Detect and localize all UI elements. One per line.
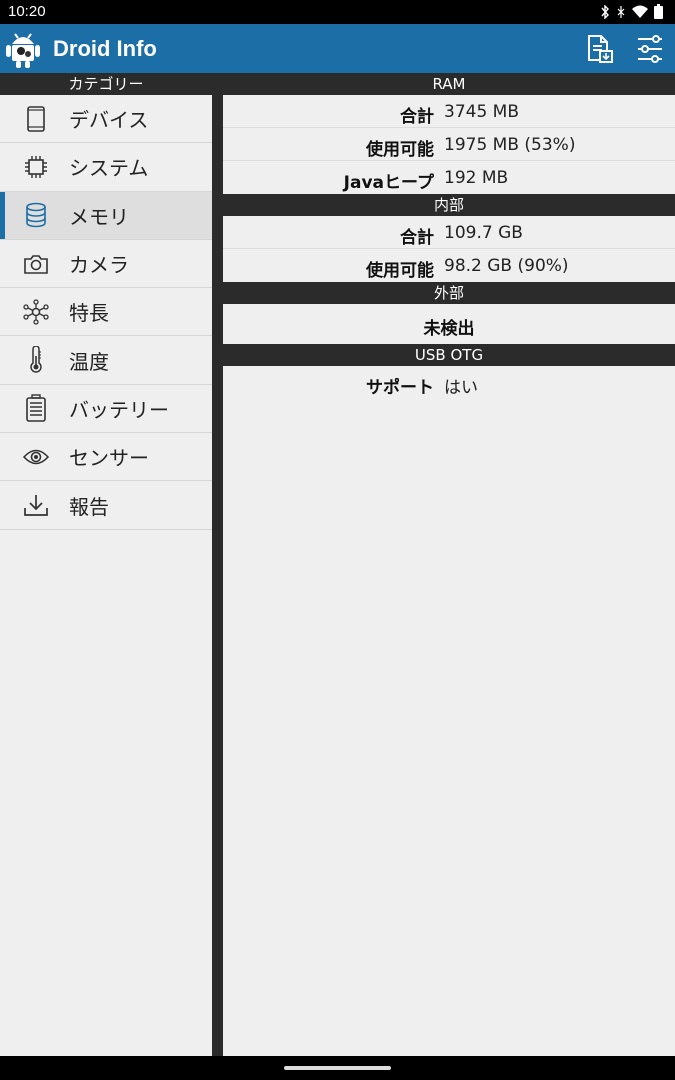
sidebar-item-temperature[interactable]: 温度 xyxy=(0,336,212,385)
sidebar-item-memory[interactable]: メモリ xyxy=(0,191,212,240)
info-value: 109.7 GB xyxy=(444,223,523,243)
sidebar-item-label: デバイス xyxy=(69,108,149,133)
status-time: 10:20 xyxy=(8,3,46,20)
sidebar-item-sensors[interactable]: センサー xyxy=(0,433,212,482)
info-row: 未検出 xyxy=(223,304,675,344)
eye-icon xyxy=(22,443,50,471)
section-header-ram: RAM xyxy=(223,73,675,95)
database-icon xyxy=(22,201,50,229)
camera-icon xyxy=(22,250,50,278)
not-detected-message: 未検出 xyxy=(423,319,475,339)
sidebar-item-label: メモリ xyxy=(69,204,129,229)
chip-icon xyxy=(22,153,50,181)
battery-icon xyxy=(22,394,50,423)
app-bar: Droid Info xyxy=(0,24,675,73)
info-row: 合計 109.7 GB xyxy=(223,216,675,249)
info-value: はい xyxy=(444,378,478,398)
pane-divider xyxy=(212,73,223,1056)
sidebar-item-system[interactable]: システム xyxy=(0,143,212,192)
vibrate-icon xyxy=(617,5,625,18)
sidebar-header: カテゴリー xyxy=(0,73,212,95)
sidebar-item-device[interactable]: デバイス xyxy=(0,95,212,144)
info-row: Javaヒープ 192 MB xyxy=(223,161,675,194)
section-header-usb-otg: USB OTG xyxy=(223,344,675,366)
info-key: 使用可能 xyxy=(366,261,434,281)
report-icon xyxy=(588,35,613,63)
info-row: 使用可能 98.2 GB (90%) xyxy=(223,249,675,282)
info-value: 3745 MB xyxy=(444,102,519,122)
network-icon xyxy=(22,298,50,326)
memory-detail-pane: RAM 合計 3745 MB 使用可能 1975 MB (53%) Javaヒー… xyxy=(223,73,675,1056)
sidebar-item-camera[interactable]: カメラ xyxy=(0,240,212,289)
info-key: 合計 xyxy=(400,228,434,248)
info-row: 使用可能 1975 MB (53%) xyxy=(223,128,675,161)
sidebar-item-label: 報告 xyxy=(69,494,109,519)
info-value: 98.2 GB (90%) xyxy=(444,256,569,276)
sidebar-item-label: カメラ xyxy=(69,253,129,278)
info-key: サポート xyxy=(366,378,434,398)
info-key: Javaヒープ xyxy=(343,173,434,193)
navigation-bar xyxy=(0,1056,675,1080)
wifi-icon xyxy=(632,5,648,18)
filter-settings-icon xyxy=(638,35,662,63)
filter-settings-button[interactable] xyxy=(636,34,664,64)
sidebar-item-label: バッテリー xyxy=(69,397,169,422)
phone-icon xyxy=(22,105,50,133)
info-value: 1975 MB (53%) xyxy=(444,135,576,155)
sidebar-item-label: システム xyxy=(69,156,149,181)
home-gesture-handle[interactable] xyxy=(284,1066,391,1070)
info-row: 合計 3745 MB xyxy=(223,95,675,128)
bluetooth-icon xyxy=(601,4,609,19)
sidebar-item-label: センサー xyxy=(69,446,149,471)
status-bar: 10:20 xyxy=(0,0,675,24)
sidebar-item-label: 温度 xyxy=(69,349,109,374)
download-icon xyxy=(22,491,50,519)
info-row: サポート はい xyxy=(223,366,675,399)
report-button[interactable] xyxy=(586,34,614,64)
section-header-internal: 内部 xyxy=(223,194,675,216)
category-sidebar: デバイス システム メモリ カメラ 特長 温度 バッテリー センサー 報告 xyxy=(0,95,212,1056)
sidebar-item-battery[interactable]: バッテリー xyxy=(0,385,212,434)
app-title: Droid Info xyxy=(53,36,157,61)
sidebar-item-report[interactable]: 報告 xyxy=(0,481,212,530)
sidebar-item-features[interactable]: 特長 xyxy=(0,288,212,337)
info-value: 192 MB xyxy=(444,168,509,188)
info-key: 合計 xyxy=(400,107,434,127)
thermometer-icon xyxy=(22,346,50,374)
status-icons xyxy=(600,4,663,19)
battery-icon xyxy=(654,4,663,19)
info-key: 使用可能 xyxy=(366,140,434,160)
app-logo-icon xyxy=(6,33,40,68)
section-header-external: 外部 xyxy=(223,282,675,304)
sidebar-item-label: 特長 xyxy=(69,301,109,326)
